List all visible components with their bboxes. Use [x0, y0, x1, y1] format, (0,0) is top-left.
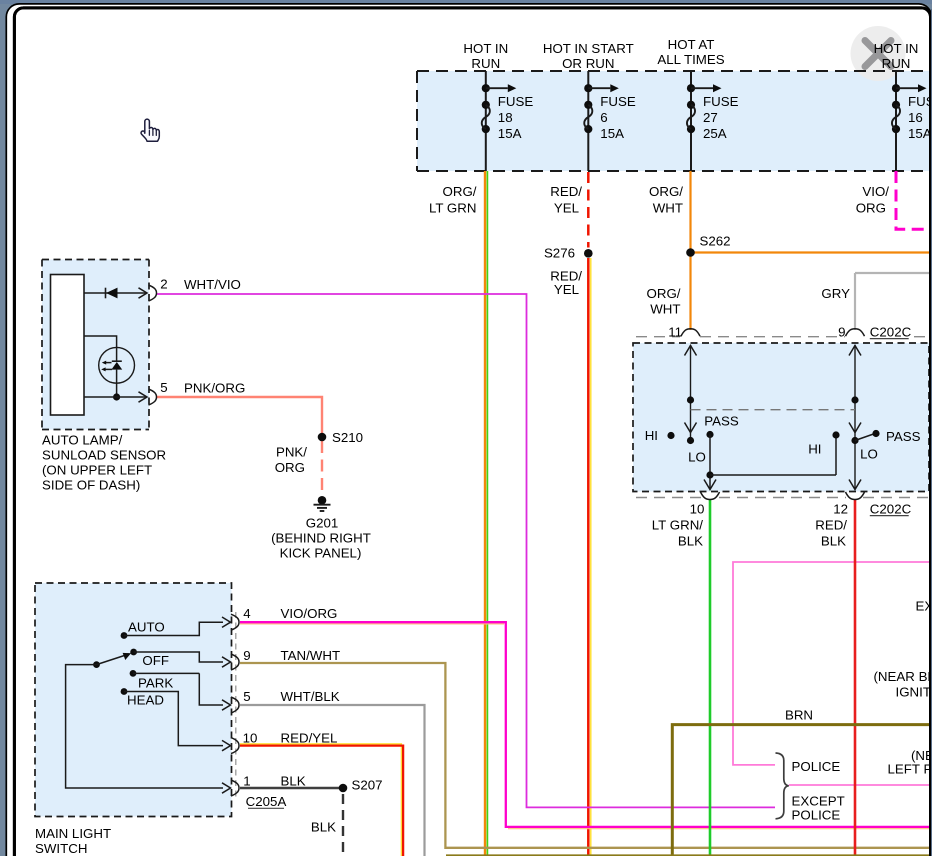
svg-text:EXCEPT: EXCEPT	[792, 794, 845, 809]
svg-text:PASS: PASS	[704, 414, 739, 429]
svg-text:16: 16	[908, 110, 923, 125]
svg-text:FUSE: FUSE	[498, 94, 534, 109]
svg-text:LO: LO	[688, 450, 706, 465]
svg-text:18: 18	[498, 110, 513, 125]
svg-text:C202C: C202C	[870, 324, 912, 339]
svg-text:ORG: ORG	[856, 201, 886, 216]
svg-text:11: 11	[668, 324, 682, 339]
svg-text:RED/: RED/	[815, 518, 847, 533]
svg-text:PARK: PARK	[138, 675, 173, 690]
svg-text:ORG/: ORG/	[649, 184, 683, 199]
svg-text:SWITCH: SWITCH	[35, 841, 87, 856]
svg-text:15A: 15A	[498, 126, 522, 141]
svg-text:TAN/WHT: TAN/WHT	[281, 648, 341, 663]
svg-text:C202C: C202C	[870, 501, 912, 516]
svg-text:PNK/: PNK/	[276, 445, 307, 460]
svg-text:AUTO LAMP/: AUTO LAMP/	[42, 433, 123, 448]
svg-text:(BEHIND RIGHT: (BEHIND RIGHT	[271, 531, 371, 546]
svg-text:WHT: WHT	[650, 302, 680, 317]
svg-text:AUTO: AUTO	[128, 619, 165, 634]
svg-text:LT GRN/: LT GRN/	[652, 518, 704, 533]
svg-text:S276: S276	[544, 246, 575, 261]
svg-text:(NEAR BRA: (NEAR BRA	[874, 669, 932, 684]
svg-text:2: 2	[160, 277, 167, 292]
svg-text:S207: S207	[352, 778, 383, 793]
svg-text:LO: LO	[860, 447, 878, 462]
svg-text:HEAD: HEAD	[127, 692, 164, 707]
svg-text:HOT AT: HOT AT	[668, 37, 715, 52]
svg-text:S262: S262	[700, 234, 731, 249]
svg-text:S210: S210	[332, 430, 363, 445]
svg-text:RUN: RUN	[882, 56, 911, 71]
svg-text:KICK PANEL): KICK PANEL)	[280, 546, 362, 561]
svg-text:HOT IN START: HOT IN START	[543, 41, 634, 56]
svg-text:YEL: YEL	[554, 201, 579, 216]
svg-text:SUNLOAD SENSOR: SUNLOAD SENSOR	[42, 448, 166, 463]
svg-text:4: 4	[243, 606, 250, 621]
svg-text:15A: 15A	[600, 126, 624, 141]
svg-text:BRN: BRN	[785, 708, 813, 723]
svg-text:WHT: WHT	[653, 201, 683, 216]
svg-text:ORG: ORG	[275, 460, 305, 475]
svg-text:SIDE OF DASH): SIDE OF DASH)	[42, 477, 140, 492]
svg-text:15A: 15A	[908, 126, 932, 141]
svg-text:LT GRN: LT GRN	[429, 201, 477, 216]
svg-text:GRY: GRY	[821, 286, 850, 301]
svg-text:27: 27	[703, 110, 718, 125]
svg-text:MAIN LIGHT: MAIN LIGHT	[35, 826, 111, 841]
svg-text:10: 10	[690, 501, 705, 516]
svg-text:LEFT FR: LEFT FR	[888, 762, 932, 777]
svg-text:12: 12	[833, 501, 848, 516]
svg-text:9: 9	[838, 324, 845, 339]
svg-text:PNK/ORG: PNK/ORG	[184, 381, 245, 396]
svg-text:ORG/: ORG/	[647, 286, 681, 301]
svg-text:G201: G201	[306, 516, 339, 531]
svg-text:C205A: C205A	[246, 794, 287, 809]
svg-text:VIO/ORG: VIO/ORG	[281, 606, 338, 621]
svg-text:FUSE: FUSE	[703, 94, 739, 109]
svg-text:HOT IN: HOT IN	[463, 41, 508, 56]
svg-text:WHT/BLK: WHT/BLK	[281, 689, 340, 704]
svg-text:ALL TIMES: ALL TIMES	[657, 52, 724, 67]
svg-text:HI: HI	[645, 428, 658, 443]
svg-text:YEL: YEL	[554, 282, 579, 297]
svg-text:OR RUN: OR RUN	[562, 56, 614, 71]
svg-text:BLK: BLK	[678, 534, 703, 549]
svg-text:FUSE: FUSE	[600, 94, 636, 109]
svg-text:FUSE: FUSE	[908, 94, 932, 109]
svg-text:VIO/: VIO/	[862, 184, 889, 199]
svg-text:OFF: OFF	[142, 653, 169, 668]
svg-text:6: 6	[600, 110, 607, 125]
svg-text:HI: HI	[808, 442, 821, 457]
svg-text:POLICE: POLICE	[792, 808, 841, 823]
svg-text:BLK: BLK	[311, 819, 336, 834]
svg-text:9: 9	[243, 648, 250, 663]
svg-text:(ON UPPER LEFT: (ON UPPER LEFT	[42, 463, 152, 478]
svg-text:POLICE: POLICE	[792, 759, 841, 774]
svg-text:5: 5	[243, 689, 250, 704]
svg-text:BLK: BLK	[281, 774, 306, 789]
svg-text:RED/YEL: RED/YEL	[281, 731, 338, 746]
svg-text:RED/: RED/	[550, 184, 582, 199]
svg-text:PASS: PASS	[886, 429, 921, 444]
svg-text:BLK: BLK	[821, 534, 846, 549]
svg-text:RUN: RUN	[471, 56, 500, 71]
svg-text:5: 5	[160, 380, 167, 395]
svg-text:25A: 25A	[703, 126, 727, 141]
svg-text:1: 1	[243, 774, 250, 789]
svg-text:ORG/: ORG/	[443, 184, 477, 199]
svg-text:10: 10	[243, 731, 258, 746]
svg-text:IGNITI: IGNITI	[896, 685, 932, 700]
svg-text:HOT IN: HOT IN	[874, 41, 919, 56]
svg-text:WHT/VIO: WHT/VIO	[184, 277, 241, 292]
